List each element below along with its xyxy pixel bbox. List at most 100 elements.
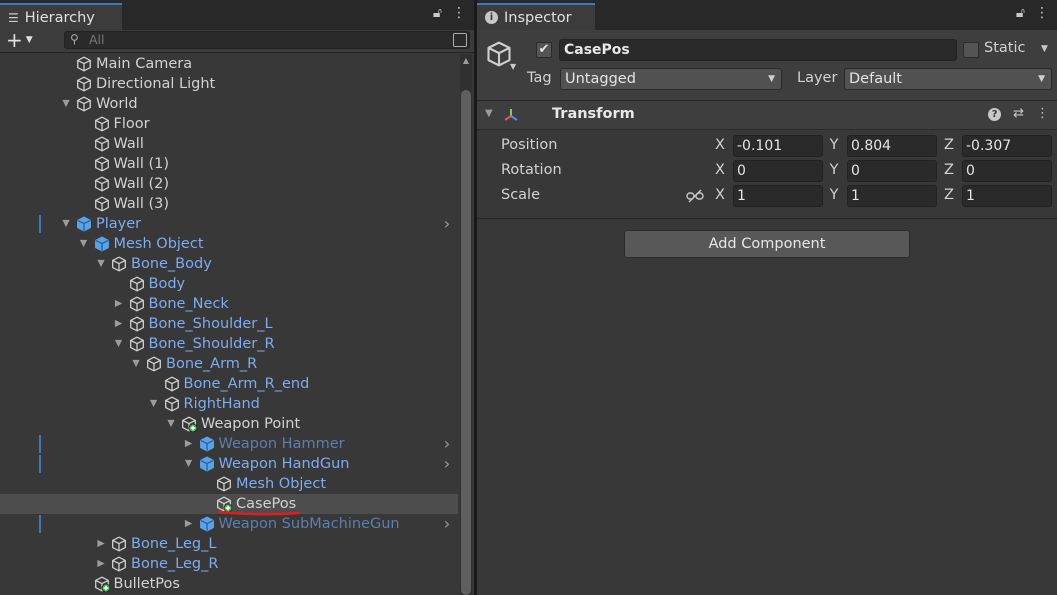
more-menu-icon[interactable]: ⋮: [452, 5, 466, 21]
scale-z-label[interactable]: Z: [942, 187, 956, 203]
position-label: Position: [501, 137, 558, 153]
hierarchy-row[interactable]: ▶ Weapon SubMachineGun ›: [0, 514, 458, 534]
hierarchy-row[interactable]: Body: [0, 274, 458, 294]
gameobject-icon: [94, 176, 110, 192]
rotation-y-label[interactable]: Y: [827, 162, 841, 178]
foldout-expanded-icon[interactable]: ▼: [485, 108, 493, 119]
hierarchy-row[interactable]: ▼ Bone_Shoulder_R: [0, 334, 458, 354]
layer-dropdown[interactable]: Default ▼: [844, 68, 1052, 90]
hierarchy-row[interactable]: ▼ Weapon Point: [0, 414, 458, 434]
hierarchy-row[interactable]: ▼ World: [0, 94, 458, 114]
foldout-collapsed-icon[interactable]: ▶: [183, 517, 195, 531]
hierarchy-search-input[interactable]: ⚲ All: [64, 31, 470, 49]
tab-hierarchy[interactable]: ☰ Hierarchy: [0, 3, 122, 30]
position-x-field[interactable]: -0.101: [733, 135, 823, 157]
hierarchy-scrollbar[interactable]: ▲: [460, 54, 472, 595]
hierarchy-row[interactable]: ▼ Weapon HandGun ›: [0, 454, 458, 474]
gameobject-icon: [76, 96, 92, 112]
foldout-expanded-icon[interactable]: ▼: [95, 257, 107, 271]
foldout-collapsed-icon[interactable]: ▶: [183, 437, 195, 451]
presets-icon[interactable]: ⇄: [1013, 106, 1024, 121]
constrain-proportions-icon[interactable]: [686, 188, 704, 204]
active-checkbox[interactable]: ✔: [536, 42, 552, 58]
hierarchy-row[interactable]: Bone_Arm_R_end: [0, 374, 458, 394]
foldout-expanded-icon[interactable]: ▼: [130, 357, 142, 371]
scale-x-field[interactable]: 1: [733, 185, 823, 207]
scroll-up-icon[interactable]: ▲: [460, 56, 472, 65]
hierarchy-row[interactable]: Wall (1): [0, 154, 458, 174]
hierarchy-row[interactable]: ▼ Mesh Object: [0, 234, 458, 254]
scale-z-field[interactable]: 1: [962, 185, 1052, 207]
scroll-thumb[interactable]: [461, 90, 471, 595]
static-checkbox[interactable]: [963, 42, 979, 58]
hierarchy-row[interactable]: Wall (3): [0, 194, 458, 214]
prefab-override-marker: [39, 515, 41, 533]
foldout-expanded-icon[interactable]: ▼: [113, 337, 125, 351]
rotation-z-field[interactable]: 0: [962, 160, 1052, 182]
hierarchy-row[interactable]: Directional Light: [0, 74, 458, 94]
hierarchy-row[interactable]: ▶ Bone_Leg_R: [0, 554, 458, 574]
open-prefab-chevron-icon[interactable]: ›: [440, 454, 454, 474]
position-z-field[interactable]: -0.307: [962, 135, 1052, 157]
rotation-x-field[interactable]: 0: [733, 160, 823, 182]
rotation-y-field[interactable]: 0: [847, 160, 937, 182]
hierarchy-row[interactable]: Wall: [0, 134, 458, 154]
hierarchy-row-label: Floor: [113, 116, 150, 132]
open-prefab-chevron-icon[interactable]: ›: [440, 434, 454, 454]
search-options-icon[interactable]: [453, 33, 467, 47]
foldout-expanded-icon[interactable]: ▼: [165, 417, 177, 431]
prefab-override-marker: [39, 435, 41, 453]
foldout-expanded-icon[interactable]: ▼: [148, 397, 160, 411]
foldout-collapsed-icon[interactable]: ▶: [95, 557, 107, 571]
foldout-collapsed-icon[interactable]: ▶: [95, 537, 107, 551]
scale-x-label[interactable]: X: [713, 187, 727, 203]
hierarchy-row[interactable]: Main Camera: [0, 54, 458, 74]
position-x-label[interactable]: X: [713, 137, 727, 153]
hierarchy-row[interactable]: ▼ Player ›: [0, 214, 458, 234]
hierarchy-row[interactable]: Wall (2): [0, 174, 458, 194]
hierarchy-row[interactable]: ▶ Bone_Neck: [0, 294, 458, 314]
static-dropdown-icon[interactable]: ▼: [1041, 44, 1048, 54]
position-y-label[interactable]: Y: [827, 137, 841, 153]
hierarchy-row[interactable]: BulletPos: [0, 574, 458, 594]
tag-dropdown[interactable]: Untagged ▼: [560, 68, 782, 90]
more-menu-icon[interactable]: ⋮: [1035, 5, 1049, 21]
component-menu-icon[interactable]: ⋮: [1036, 106, 1049, 121]
hierarchy-row[interactable]: ▶ Bone_Leg_L: [0, 534, 458, 554]
open-prefab-chevron-icon[interactable]: ›: [440, 214, 454, 234]
position-row: Position X -0.101 Y 0.804 Z -0.307: [477, 134, 1057, 158]
lock-icon[interactable]: 🔓︎: [1016, 5, 1025, 21]
rotation-x-label[interactable]: X: [713, 162, 727, 178]
transform-component-header[interactable]: ▼ Transform ? ⇄ ⋮: [477, 101, 1057, 130]
object-name-input[interactable]: CasePos: [559, 39, 957, 61]
hierarchy-row[interactable]: ▼ Bone_Body: [0, 254, 458, 274]
hierarchy-row[interactable]: Mesh Object: [0, 474, 458, 494]
position-z-label[interactable]: Z: [942, 137, 956, 153]
hierarchy-row-label: Player: [96, 216, 142, 232]
create-dropdown-button[interactable]: + ▼: [6, 28, 42, 52]
hierarchy-row[interactable]: CasePos: [0, 494, 458, 516]
position-y-field[interactable]: 0.804: [847, 135, 937, 157]
lock-icon[interactable]: 🔓︎: [433, 5, 442, 21]
foldout-collapsed-icon[interactable]: ▶: [113, 317, 125, 331]
foldout-expanded-icon[interactable]: ▼: [78, 237, 90, 251]
foldout-expanded-icon[interactable]: ▼: [60, 217, 72, 231]
foldout-collapsed-icon[interactable]: ▶: [113, 297, 125, 311]
icon-dropdown-caret-icon[interactable]: ▼: [510, 62, 516, 71]
hierarchy-row-label: Directional Light: [96, 76, 216, 92]
foldout-expanded-icon[interactable]: ▼: [183, 457, 195, 471]
add-component-button[interactable]: Add Component: [624, 230, 910, 258]
tab-inspector[interactable]: i Inspector: [477, 3, 595, 30]
hierarchy-row[interactable]: ▼ Bone_Arm_R: [0, 354, 458, 374]
hierarchy-row[interactable]: ▼ RightHand: [0, 394, 458, 414]
rotation-row: Rotation X 0 Y 0 Z 0: [477, 159, 1057, 183]
rotation-z-label[interactable]: Z: [942, 162, 956, 178]
hierarchy-row[interactable]: Floor: [0, 114, 458, 134]
scale-y-label[interactable]: Y: [827, 187, 841, 203]
hierarchy-row[interactable]: ▶ Weapon Hammer ›: [0, 434, 458, 454]
open-prefab-chevron-icon[interactable]: ›: [440, 514, 454, 534]
help-icon[interactable]: ?: [988, 108, 1002, 121]
foldout-expanded-icon[interactable]: ▼: [60, 97, 72, 111]
scale-y-field[interactable]: 1: [847, 185, 937, 207]
hierarchy-row[interactable]: ▶ Bone_Shoulder_L: [0, 314, 458, 334]
